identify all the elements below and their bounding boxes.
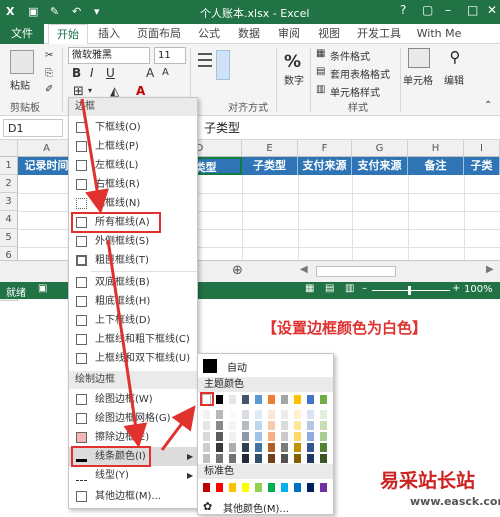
arrow-to-white-swatch <box>160 405 196 451</box>
arrow-to-line-color <box>106 239 148 448</box>
annotation-arrows <box>80 98 196 451</box>
arrow-to-all-borders <box>80 98 109 214</box>
